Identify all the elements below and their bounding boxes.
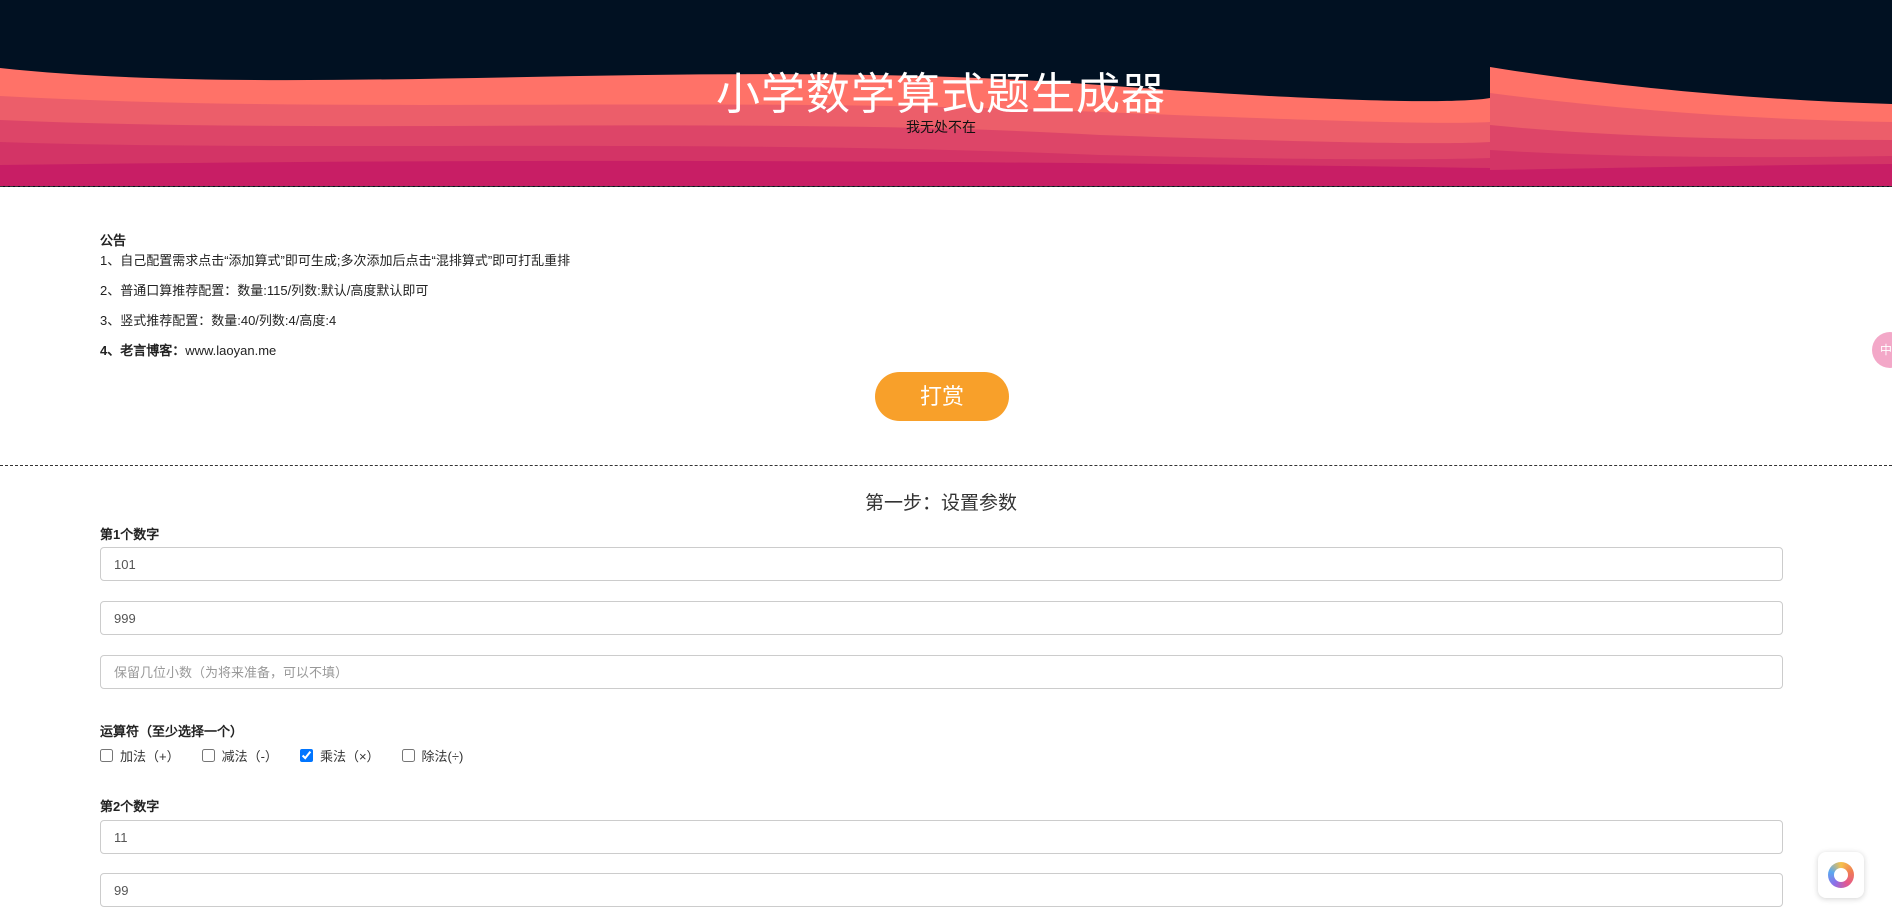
operator-subtract[interactable]: 减法（-） — [201, 746, 278, 765]
assistant-float-button[interactable] — [1818, 852, 1864, 898]
decimal-places-input[interactable] — [100, 655, 1783, 689]
first-number-label: 第1个数字 — [100, 527, 160, 542]
operator-divide[interactable]: 除法(÷) — [401, 746, 464, 765]
announcement: 公告 1、自己配置需求点击“添加算式”即可生成;多次添加后点击“混排算式”即可打… — [100, 232, 1800, 360]
page-title: 小学数学算式题生成器 — [716, 70, 1166, 119]
blog-link[interactable]: www.laoyan.me — [185, 343, 276, 358]
page-subtitle: 我无处不在 — [906, 119, 976, 135]
operator-add-checkbox[interactable] — [100, 749, 113, 762]
announcement-line-1: 1、自己配置需求点击“添加算式”即可生成;多次添加后点击“混排算式”即可打乱重排 — [100, 253, 571, 268]
second-number-max-input[interactable] — [100, 873, 1783, 907]
operator-divide-label: 除法(÷) — [421, 749, 464, 764]
announcement-title: 公告 — [100, 233, 127, 248]
first-number-min-input[interactable] — [100, 547, 1783, 581]
announcement-line-2: 2、普通口算推荐配置：数量:115/列数:默认/高度默认即可 — [100, 283, 429, 298]
first-number-max-input[interactable] — [100, 601, 1783, 635]
second-number-label: 第2个数字 — [100, 799, 160, 814]
blog-label: 4、老言博客： — [100, 343, 186, 358]
reward-button[interactable]: 打赏 — [875, 372, 1009, 421]
operator-add-label: 加法（+） — [120, 749, 180, 764]
second-number-min-input[interactable] — [100, 820, 1783, 854]
operator-multiply-checkbox[interactable] — [299, 749, 313, 762]
announcement-line-3: 3、竖式推荐配置：数量:40/列数:4/高度:4 — [100, 313, 337, 328]
page-header: 小学数学算式题生成器 我无处不在 — [0, 0, 1892, 187]
operator-add[interactable]: 加法（+） — [100, 746, 180, 765]
operator-multiply-label: 乘法（×） — [319, 749, 380, 764]
operator-multiply[interactable]: 乘法（×） — [299, 746, 380, 765]
operator-subtract-checkbox[interactable] — [201, 749, 215, 762]
assistant-icon — [1828, 862, 1854, 888]
operator-divide-checkbox[interactable] — [401, 749, 415, 762]
step-1-title: 第一步：设置参数 — [864, 493, 1017, 514]
section-divider — [0, 465, 1892, 466]
announcement-line-4: 4、老言博客：www.laoyan.me — [100, 342, 1800, 360]
operator-subtract-label: 减法（-） — [221, 749, 278, 764]
operator-options: 加法（+） 减法（-） 乘法（×） 除法(÷) — [100, 746, 485, 765]
operators-label: 运算符（至少选择一个） — [100, 724, 244, 739]
language-float-button[interactable]: 中 — [1872, 332, 1892, 368]
